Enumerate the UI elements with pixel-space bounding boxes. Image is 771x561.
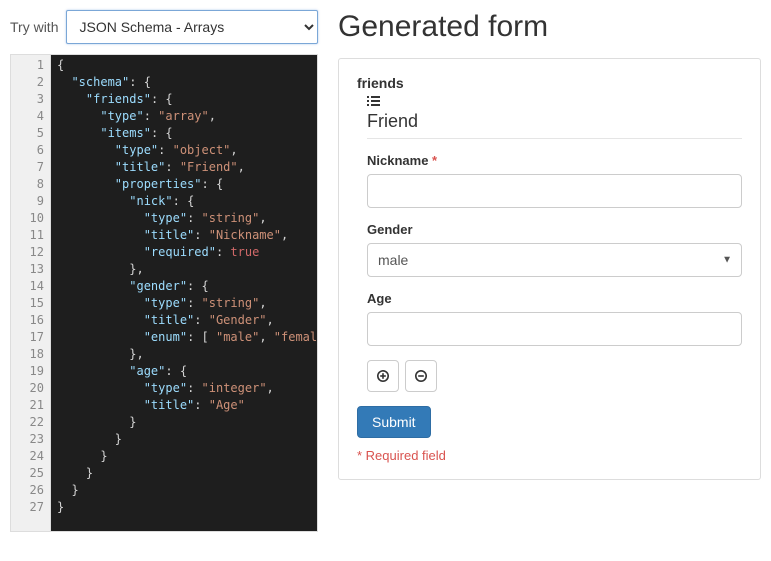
gender-label: Gender [367, 222, 742, 237]
example-select[interactable]: JSON Schema - Arrays [66, 10, 318, 44]
add-icon [377, 370, 389, 382]
trywith-row: Try with JSON Schema - Arrays [10, 10, 318, 44]
line-gutter: 1234567891011121314151617181920212223242… [11, 55, 51, 531]
gender-select[interactable]: male [367, 243, 742, 277]
submit-button[interactable]: Submit [357, 406, 431, 438]
add-item-button[interactable] [367, 360, 399, 392]
age-label: Age [367, 291, 742, 306]
field-nickname: Nickname * [367, 153, 742, 208]
array-legend: friends [357, 75, 742, 91]
generated-form: friends Friend Nickname * Gender [338, 58, 761, 480]
page-title: Generated form [338, 10, 761, 44]
nickname-label: Nickname * [367, 153, 742, 168]
required-note: * Required field [357, 448, 742, 463]
item-title: Friend [367, 111, 742, 139]
code-editor[interactable]: 1234567891011121314151617181920212223242… [10, 54, 318, 532]
code-content[interactable]: { "schema": { "friends": { "type": "arra… [51, 55, 317, 531]
list-icon [367, 95, 742, 109]
age-input[interactable] [367, 312, 742, 346]
remove-item-button[interactable] [405, 360, 437, 392]
remove-icon [415, 370, 427, 382]
nickname-input[interactable] [367, 174, 742, 208]
trywith-label: Try with [10, 19, 58, 35]
field-gender: Gender male ▼ [367, 222, 742, 277]
field-age: Age [367, 291, 742, 346]
required-marker: * [432, 153, 437, 168]
